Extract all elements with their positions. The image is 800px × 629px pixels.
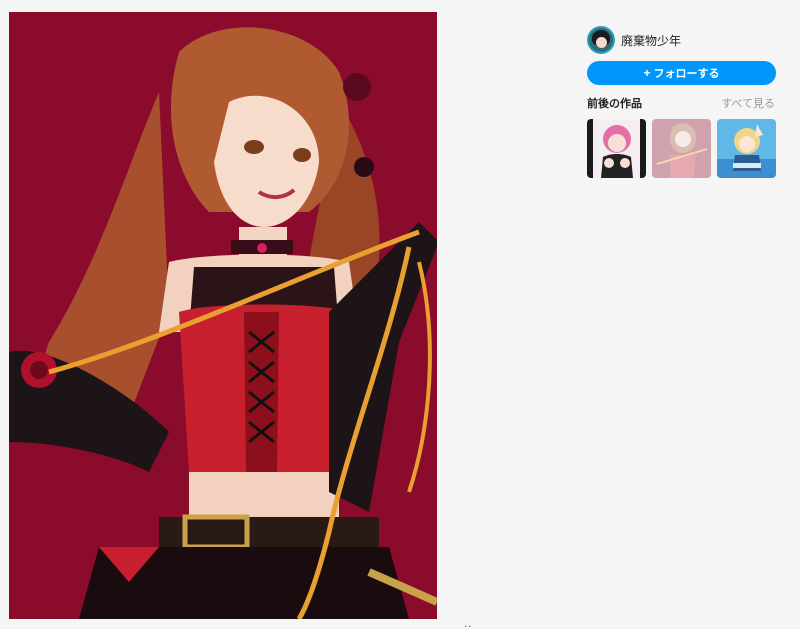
see-all-link[interactable]: すべて見る — [721, 95, 775, 111]
artwork-image[interactable] — [9, 12, 437, 619]
artwork-panel: ·· — [0, 12, 560, 629]
thumbnail-prev[interactable] — [587, 119, 646, 178]
works-header: 前後の作品 すべて見る — [587, 95, 777, 111]
artwork-side-space — [437, 12, 560, 629]
page-indicator: ·· — [464, 622, 473, 629]
follow-button-label: フォローする — [653, 68, 720, 80]
follow-button[interactable]: + フォローする — [587, 61, 776, 85]
author-info[interactable]: 廃棄物少年 — [587, 25, 777, 55]
works-thumbnails — [587, 119, 777, 178]
author-name[interactable]: 廃棄物少年 — [621, 32, 681, 49]
avatar-face — [596, 37, 607, 48]
avatar-icon[interactable] — [587, 26, 615, 54]
sidebar: 廃棄物少年 + フォローする 前後の作品 すべて見る — [587, 25, 777, 178]
thumbnail-next[interactable] — [717, 119, 776, 178]
thumbnail-current[interactable] — [652, 119, 711, 178]
works-title: 前後の作品 — [587, 97, 642, 110]
page: ·· 廃棄物少年 + フォローする 前後の作品 すべて見る — [0, 0, 800, 629]
plus-icon: + — [643, 66, 651, 80]
